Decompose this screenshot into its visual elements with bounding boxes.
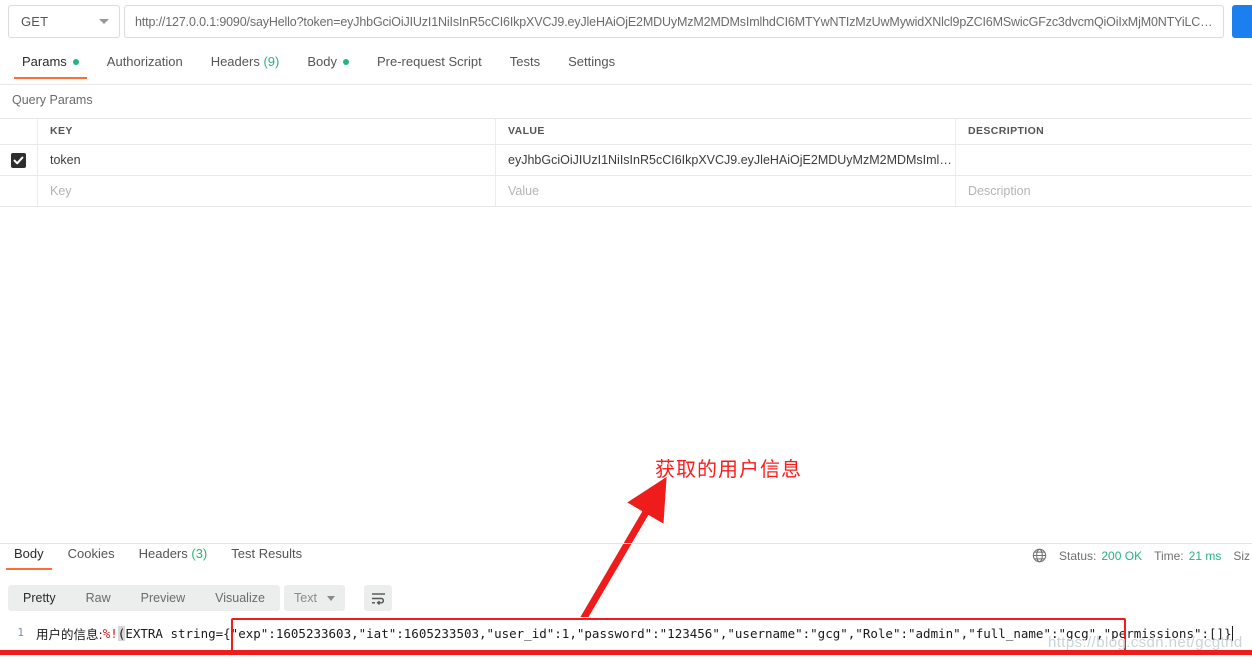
wrap-lines-icon [371, 592, 385, 605]
tab-pre-request-script[interactable]: Pre-request Script [363, 52, 496, 79]
tab-headers-count: (9) [263, 54, 280, 69]
tab-tests-label: Tests [509, 54, 541, 69]
header-cell-description: DESCRIPTION [956, 118, 1252, 144]
watermark-text: https://blog.csdn.net/gcgthd [1048, 634, 1243, 651]
tab-settings-label: Settings [568, 54, 616, 69]
line-number: 1 [17, 626, 24, 639]
response-tab-test-results-label: Test Results [231, 546, 303, 561]
status-label: Status: [1059, 548, 1097, 563]
http-method-select[interactable]: GET [8, 5, 120, 38]
header-cell-value: VALUE [496, 118, 956, 144]
table-row-placeholder[interactable]: Key Value Description [0, 176, 1252, 207]
response-tab-cookies[interactable]: Cookies [56, 546, 127, 570]
row-checkbox-checked-icon[interactable] [11, 152, 26, 168]
response-tab-body-label: Body [14, 546, 44, 561]
send-button[interactable] [1232, 5, 1252, 38]
tab-body-label: Body [307, 54, 337, 69]
response-tab-cookies-label: Cookies [67, 546, 115, 561]
tab-params-label: Params [22, 54, 67, 69]
row-checkbox-cell[interactable] [0, 145, 38, 175]
viewer-mode-raw[interactable]: Raw [71, 585, 126, 611]
url-input-value: http://127.0.0.1:9090/sayHello?token=eyJ… [135, 14, 1215, 29]
tab-params[interactable]: Params [8, 52, 93, 79]
column-header-description: DESCRIPTION [968, 125, 1045, 137]
response-body-prefix: 用户的信息: [36, 626, 103, 642]
request-tabs: Params Authorization Headers (9) Body Pr… [0, 52, 1252, 84]
tab-headers[interactable]: Headers (9) [197, 52, 294, 79]
response-body-paren-token: ( [117, 625, 126, 641]
header-cell-key: KEY [38, 118, 496, 144]
placeholder-key-cell[interactable]: Key [38, 176, 496, 206]
response-meta: Status: 200 OK Time: 21 ms Siz [1032, 548, 1252, 563]
response-tab-headers-count: (3) [191, 546, 208, 561]
response-tab-test-results[interactable]: Test Results [219, 546, 314, 570]
response-divider [0, 543, 1252, 544]
tab-authorization-label: Authorization [106, 54, 183, 69]
placeholder-checkbox-cell[interactable] [0, 176, 38, 206]
viewer-mode-pretty[interactable]: Pretty [8, 585, 71, 611]
response-viewer-toolbar: Pretty Raw Preview Visualize Text [0, 582, 1252, 616]
params-modified-dot-icon [72, 59, 79, 65]
row-value-value: eyJhbGciOiJIUzI1NiIsInR5cCI6IkpXVCJ9.eyJ… [508, 153, 955, 167]
size-label: Siz [1233, 548, 1250, 563]
chevron-down-icon [99, 19, 109, 24]
viewer-mode-visualize[interactable]: Visualize [200, 585, 280, 611]
response-body-extra-token: EXTRA string= [125, 625, 224, 641]
tab-pre-request-script-label: Pre-request Script [376, 54, 482, 69]
response-body-percent-token: %! [102, 625, 118, 641]
tab-body[interactable]: Body [293, 52, 363, 79]
tab-headers-label: Headers [210, 54, 260, 69]
query-params-table: KEY VALUE DESCRIPTION token eyJhbGciOiJI… [0, 118, 1252, 207]
postman-window: GET http://127.0.0.1:9090/sayHello?token… [0, 0, 1252, 661]
placeholder-value-cell[interactable]: Value [496, 176, 956, 206]
time-value: 21 ms [1188, 548, 1222, 563]
row-value-cell[interactable]: eyJhbGciOiJIUzI1NiIsInR5cCI6IkpXVCJ9.eyJ… [496, 145, 956, 175]
placeholder-description-cell[interactable]: Description [956, 176, 1252, 206]
chevron-down-icon [326, 595, 335, 601]
row-key-value: token [50, 153, 81, 167]
url-input[interactable]: http://127.0.0.1:9090/sayHello?token=eyJ… [124, 5, 1224, 38]
table-row[interactable]: token eyJhbGciOiJIUzI1NiIsInR5cCI6IkpXVC… [0, 145, 1252, 176]
globe-icon [1032, 548, 1047, 563]
placeholder-key-text: Key [50, 184, 72, 198]
wrap-lines-button[interactable] [364, 585, 392, 611]
response-tab-headers-label: Headers [138, 546, 188, 561]
row-key-cell[interactable]: token [38, 145, 496, 175]
tabs-divider [0, 84, 1252, 85]
column-header-key: KEY [50, 125, 73, 137]
content-type-select[interactable]: Text [284, 585, 345, 611]
header-cell-checkbox [0, 118, 38, 144]
placeholder-value-text: Value [508, 184, 540, 198]
placeholder-description-text: Description [968, 184, 1031, 198]
response-tab-headers[interactable]: Headers (3) [127, 546, 220, 570]
column-header-value: VALUE [508, 125, 545, 137]
table-header-row: KEY VALUE DESCRIPTION [0, 118, 1252, 145]
http-method-label: GET [21, 14, 49, 29]
response-tab-body[interactable]: Body [2, 546, 56, 570]
tab-settings[interactable]: Settings [554, 52, 629, 79]
tab-tests[interactable]: Tests [496, 52, 554, 79]
time-label: Time: [1154, 548, 1184, 563]
request-url-row: GET http://127.0.0.1:9090/sayHello?token… [0, 0, 1252, 48]
body-modified-dot-icon [342, 59, 349, 65]
tab-authorization[interactable]: Authorization [93, 52, 197, 79]
query-params-title: Query Params [12, 93, 93, 107]
status-badge: 200 OK [1101, 548, 1143, 563]
response-tabs: Body Cookies Headers (3) Test Results [0, 546, 760, 572]
viewer-mode-group: Pretty Raw Preview Visualize [8, 585, 280, 611]
content-type-label: Text [294, 591, 317, 605]
row-description-cell[interactable] [956, 145, 1252, 175]
viewer-mode-preview[interactable]: Preview [126, 585, 200, 611]
